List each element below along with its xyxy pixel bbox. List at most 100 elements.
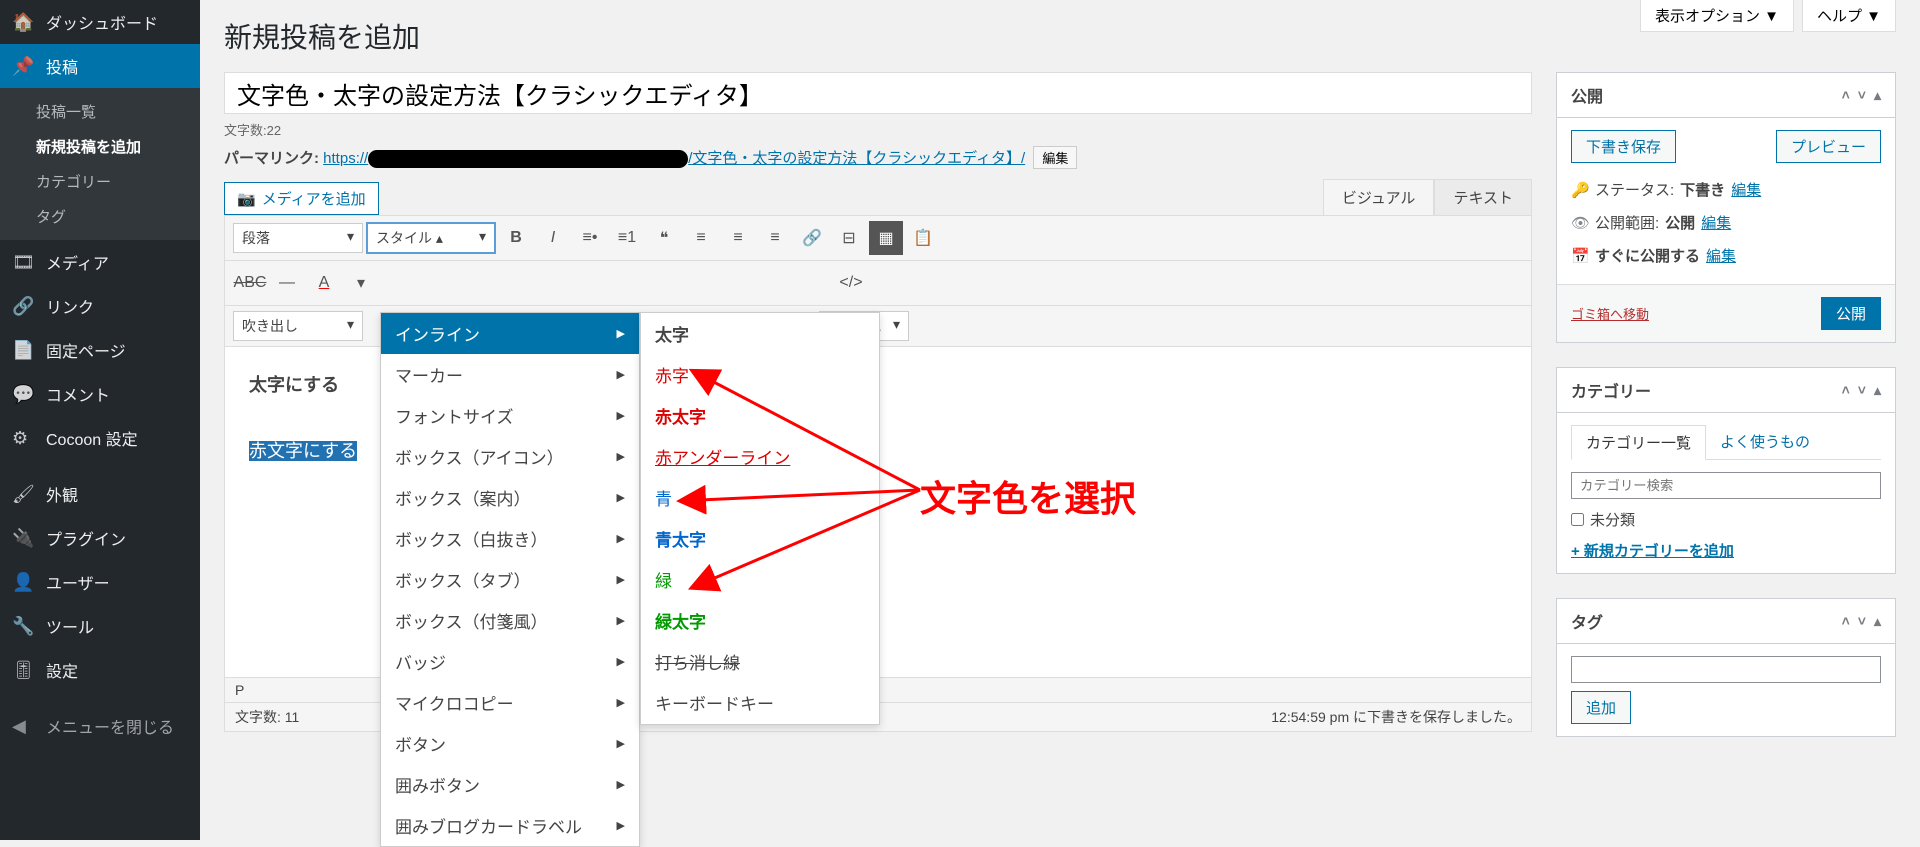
style-item-box-icon[interactable]: ボックス（アイコン）▶	[381, 436, 639, 477]
align-right-button[interactable]: ≡	[758, 221, 792, 255]
submenu-categories[interactable]: カテゴリー	[0, 164, 200, 199]
menu-comments[interactable]: 💬コメント	[0, 372, 200, 416]
menu-cocoon[interactable]: ⚙Cocoon 設定	[0, 416, 200, 460]
uncategorized-checkbox[interactable]	[1571, 513, 1584, 526]
tab-visual[interactable]: ビジュアル	[1323, 179, 1435, 215]
more-button[interactable]: ⊟	[832, 221, 866, 255]
menu-plugins[interactable]: 🔌プラグイン	[0, 516, 200, 560]
menu-posts[interactable]: 📌投稿	[0, 44, 200, 88]
inline-item-redbold[interactable]: 赤太字	[641, 395, 879, 436]
inline-item-green[interactable]: 緑	[641, 559, 879, 600]
tab-text[interactable]: テキスト	[1434, 179, 1532, 215]
edit-status-link[interactable]: 編集	[1731, 179, 1761, 200]
add-category-link[interactable]: + 新規カテゴリーを追加	[1571, 540, 1734, 561]
speech-select[interactable]: 吹き出し	[233, 311, 363, 341]
inline-item-bluebold[interactable]: 青太字	[641, 518, 879, 559]
style-item-microcopy[interactable]: マイクロコピー▶	[381, 682, 639, 723]
move-up-icon[interactable]: ˄	[1842, 87, 1850, 104]
toggle-icon[interactable]: ▴	[1874, 382, 1881, 399]
submenu-tags[interactable]: タグ	[0, 199, 200, 234]
bullet-list-button[interactable]: ≡•	[573, 221, 607, 255]
permalink-link[interactable]: https:///文字色・太字の設定方法【クラシックエディタ】/	[323, 150, 1025, 167]
number-list-button[interactable]: ≡1	[610, 221, 644, 255]
style-dropdown: インライン▶ マーカー▶ フォントサイズ▶ ボックス（アイコン）▶ ボックス（案…	[380, 312, 640, 847]
style-item-marker[interactable]: マーカー▶	[381, 354, 639, 395]
tags-input[interactable]	[1571, 656, 1881, 683]
menu-appearance[interactable]: 🖌外観	[0, 472, 200, 516]
bold-button[interactable]: B	[499, 221, 533, 255]
menu-tools[interactable]: 🔧ツール	[0, 604, 200, 648]
italic-button[interactable]: I	[536, 221, 570, 255]
cat-tab-frequent[interactable]: よく使うもの	[1706, 425, 1824, 459]
style-item-box-sticky[interactable]: ボックス（付箋風）▶	[381, 600, 639, 641]
menu-settings[interactable]: 🎚設定	[0, 648, 200, 692]
submenu-all-posts[interactable]: 投稿一覧	[0, 94, 200, 129]
screen-options-button[interactable]: 表示オプション ▼	[1640, 0, 1794, 32]
inline-item-greenbold[interactable]: 緑太字	[641, 600, 879, 641]
submenu-posts: 投稿一覧 新規投稿を追加 カテゴリー タグ	[0, 88, 200, 240]
category-search-input[interactable]	[1571, 472, 1881, 499]
menu-dashboard[interactable]: 🏠ダッシュボード	[0, 0, 200, 44]
post-title-input[interactable]	[224, 72, 1532, 114]
inline-item-red[interactable]: 赤字	[641, 354, 879, 395]
style-item-button[interactable]: ボタン▶	[381, 723, 639, 764]
toggle-icon[interactable]: ▴	[1874, 613, 1881, 630]
edit-schedule-link[interactable]: 編集	[1706, 245, 1736, 266]
category-uncategorized[interactable]: 未分類	[1571, 509, 1881, 530]
text-color-more-button[interactable]: ▾	[344, 266, 378, 300]
style-item-wrap-button[interactable]: 囲みボタン▶	[381, 764, 639, 805]
add-media-button[interactable]: 📷メディアを追加	[224, 182, 379, 215]
submenu-new-post[interactable]: 新規投稿を追加	[0, 129, 200, 164]
style-item-box-tab[interactable]: ボックス（タブ）▶	[381, 559, 639, 600]
menu-label: ダッシュボード	[46, 10, 158, 34]
menu-collapse[interactable]: ◀メニューを閉じる	[0, 704, 200, 748]
code-button[interactable]: </>	[834, 266, 868, 300]
gear-icon: ⚙	[12, 428, 36, 449]
copy-button[interactable]: 📋	[906, 221, 940, 255]
trash-link[interactable]: ゴミ箱へ移動	[1571, 304, 1649, 323]
menu-pages[interactable]: 📄固定ページ	[0, 328, 200, 372]
menu-label: ユーザー	[46, 570, 110, 594]
text-color-button[interactable]: A	[307, 266, 341, 300]
inline-item-redunder[interactable]: 赤アンダーライン	[641, 436, 879, 477]
move-down-icon[interactable]: ˅	[1858, 613, 1866, 630]
edit-visibility-link[interactable]: 編集	[1701, 212, 1731, 233]
style-item-badge[interactable]: バッジ▶	[381, 641, 639, 682]
inline-item-blue[interactable]: 青	[641, 477, 879, 518]
tags-box: タグ ˄˅▴ 追加	[1556, 598, 1896, 737]
link-button[interactable]: 🔗	[795, 221, 829, 255]
menu-users[interactable]: 👤 ユーザー	[0, 560, 200, 604]
publish-button[interactable]: 公開	[1821, 297, 1881, 330]
style-item-box-white[interactable]: ボックス（白抜き）▶	[381, 518, 639, 559]
preview-button[interactable]: プレビュー	[1776, 130, 1881, 163]
paragraph-select[interactable]: 段落	[233, 223, 363, 253]
hr-button[interactable]: —	[270, 266, 304, 300]
inline-item-kbd[interactable]: キーボードキー	[641, 682, 879, 724]
user-icon: 👤	[12, 572, 36, 593]
style-select[interactable]: スタイル ▴	[366, 222, 496, 254]
move-down-icon[interactable]: ˅	[1858, 87, 1866, 104]
toggle-icon[interactable]: ▴	[1874, 87, 1881, 104]
menu-links[interactable]: 🔗リンク	[0, 284, 200, 328]
add-tag-button[interactable]: 追加	[1571, 691, 1631, 724]
media-icon: 📷	[237, 190, 256, 208]
move-up-icon[interactable]: ˄	[1842, 382, 1850, 399]
strikethrough-button[interactable]: ABC	[233, 266, 267, 300]
help-button[interactable]: ヘルプ ▼	[1802, 0, 1896, 32]
permalink-edit-button[interactable]: 編集	[1033, 146, 1077, 169]
align-left-button[interactable]: ≡	[684, 221, 718, 255]
pin-icon: 📌	[12, 56, 36, 77]
inline-item-strike[interactable]: 打ち消し線	[641, 641, 879, 682]
style-item-fontsize[interactable]: フォントサイズ▶	[381, 395, 639, 436]
style-item-inline[interactable]: インライン▶	[381, 313, 639, 354]
cat-tab-list[interactable]: カテゴリー一覧	[1571, 425, 1706, 460]
style-item-box-guide[interactable]: ボックス（案内）▶	[381, 477, 639, 518]
align-center-button[interactable]: ≡	[721, 221, 755, 255]
inline-item-bold[interactable]: 太字	[641, 313, 879, 354]
menu-media[interactable]: 🎞メディア	[0, 240, 200, 284]
move-up-icon[interactable]: ˄	[1842, 613, 1850, 630]
save-draft-button[interactable]: 下書き保存	[1571, 130, 1676, 163]
fullscreen-button[interactable]: ▦	[869, 221, 903, 255]
quote-button[interactable]: ❝	[647, 221, 681, 255]
move-down-icon[interactable]: ˅	[1858, 382, 1866, 399]
